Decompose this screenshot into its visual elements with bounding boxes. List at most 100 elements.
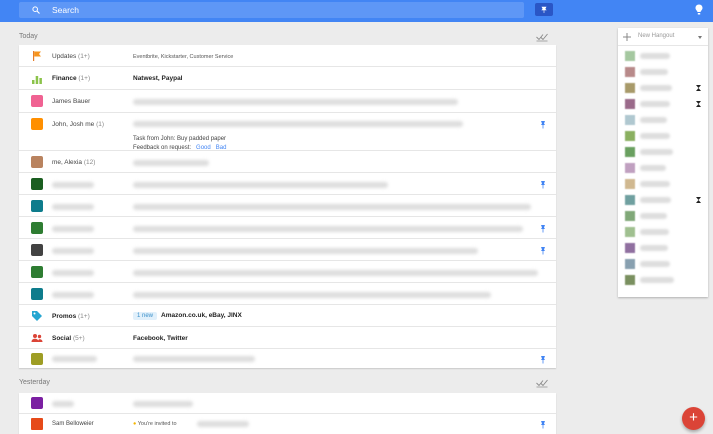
redacted-snippet [133,99,458,105]
list-item[interactable] [19,261,556,283]
sender-name: James Bauer [52,98,91,105]
compose-button[interactable]: + [682,407,705,430]
sender-name: John, Josh me (1) [52,121,105,128]
avatar [31,118,43,130]
section-heading-today: Today [19,30,556,44]
people-icon [31,334,43,342]
redacted-contact [640,261,670,267]
redacted-contact [640,133,670,139]
check-all-icon[interactable] [536,32,548,42]
redacted-contact [640,197,671,203]
inbox-list-today: Updates (1+) Eventbrite, Kickstarter, Cu… [19,45,556,368]
list-item-social[interactable]: Social (5+) Facebook, Twitter [19,327,556,349]
avatar [625,83,635,93]
avatar [625,67,635,77]
pin-icon[interactable] [540,355,546,364]
contact-item[interactable] [618,144,708,160]
list-item-sam[interactable]: Sam Belloweier ● You're invited to [19,414,556,434]
subject-text: Facebook, Twitter [133,335,188,342]
new-hangout-bar[interactable]: New Hangout [618,28,708,46]
pin-icon[interactable] [540,120,546,129]
search-icon[interactable] [32,6,40,14]
redacted-sender [52,401,74,407]
list-item-john-josh[interactable]: John, Josh me (1) Task from John: Buy pa… [19,113,556,151]
avatar [625,179,635,189]
redacted-contact [640,213,667,219]
redacted-snippet [133,204,531,210]
contact-item[interactable] [618,48,708,64]
subject-text: Natwest, Paypal [133,75,183,82]
lightbulb-icon[interactable] [695,4,703,16]
sender-name: me, Alexia (12) [52,159,96,166]
section-heading-yesterday: Yesterday [19,376,556,390]
list-item[interactable] [19,239,556,261]
redacted-snippet [133,270,538,276]
video-icon[interactable] [695,84,702,92]
avatar [31,244,43,256]
contact-item[interactable] [618,224,708,240]
pin-icon[interactable] [540,224,546,233]
search-bar[interactable]: Search [19,2,524,18]
contact-item[interactable] [618,256,708,272]
video-icon[interactable] [695,196,702,204]
section-label: Yesterday [19,379,50,386]
contact-item[interactable] [618,208,708,224]
avatar [625,99,635,109]
pin-icon[interactable] [540,420,546,429]
avatar [625,259,635,269]
avatar [31,178,43,190]
search-input[interactable]: Search [52,5,79,15]
list-item-updates[interactable]: Updates (1+) Eventbrite, Kickstarter, Cu… [19,45,556,67]
chart-icon [32,76,42,84]
subject-text: ● You're invited to [133,421,177,427]
subject-text: 1 new Amazon.co.uk, eBay, JINX [133,312,242,320]
plus-icon[interactable] [623,33,631,41]
list-item[interactable] [19,173,556,195]
new-hangout-label[interactable]: New Hangout [638,33,674,39]
pin-icon [541,6,547,13]
chevron-down-icon[interactable] [698,36,702,39]
redacted-snippet [133,182,388,188]
list-item[interactable] [19,283,556,305]
contact-item[interactable] [618,192,708,208]
redacted-sender [52,182,94,188]
redacted-contact [640,117,667,123]
sender-name: Social (5+) [52,335,85,342]
contact-item[interactable] [618,272,708,288]
section-label: Today [19,33,38,40]
pinned-toggle-button[interactable] [535,3,553,16]
list-item-me-alexia[interactable]: me, Alexia (12) [19,151,556,173]
avatar [31,156,43,168]
list-item[interactable] [19,349,556,368]
redacted-sender [52,356,97,362]
list-item-finance[interactable]: Finance (1+) Natwest, Paypal [19,67,556,90]
avatar [625,211,635,221]
video-icon[interactable] [695,100,702,108]
contact-item[interactable] [618,112,708,128]
contact-item[interactable] [618,128,708,144]
list-item-promos[interactable]: Promos (1+) 1 new Amazon.co.uk, eBay, JIN… [19,305,556,327]
contact-item[interactable] [618,96,708,112]
contact-item[interactable] [618,80,708,96]
list-item[interactable] [19,393,556,414]
contact-item[interactable] [618,240,708,256]
avatar [31,95,43,107]
contact-item[interactable] [618,160,708,176]
redacted-contact [640,101,670,107]
avatar [31,418,43,430]
pin-icon[interactable] [540,246,546,255]
redacted-snippet [133,292,491,298]
avatar [31,200,43,212]
inbox-list-yesterday: Sam Belloweier ● You're invited to [19,393,556,434]
contact-item[interactable] [618,176,708,192]
list-item-james-bauer[interactable]: James Bauer [19,90,556,113]
pin-icon[interactable] [540,180,546,189]
check-all-icon[interactable] [536,378,548,388]
redacted-contact [640,181,670,187]
redacted-sender [52,204,94,210]
avatar [625,147,635,157]
avatar [31,266,43,278]
contact-item[interactable] [618,64,708,80]
list-item[interactable] [19,195,556,217]
list-item[interactable] [19,217,556,239]
